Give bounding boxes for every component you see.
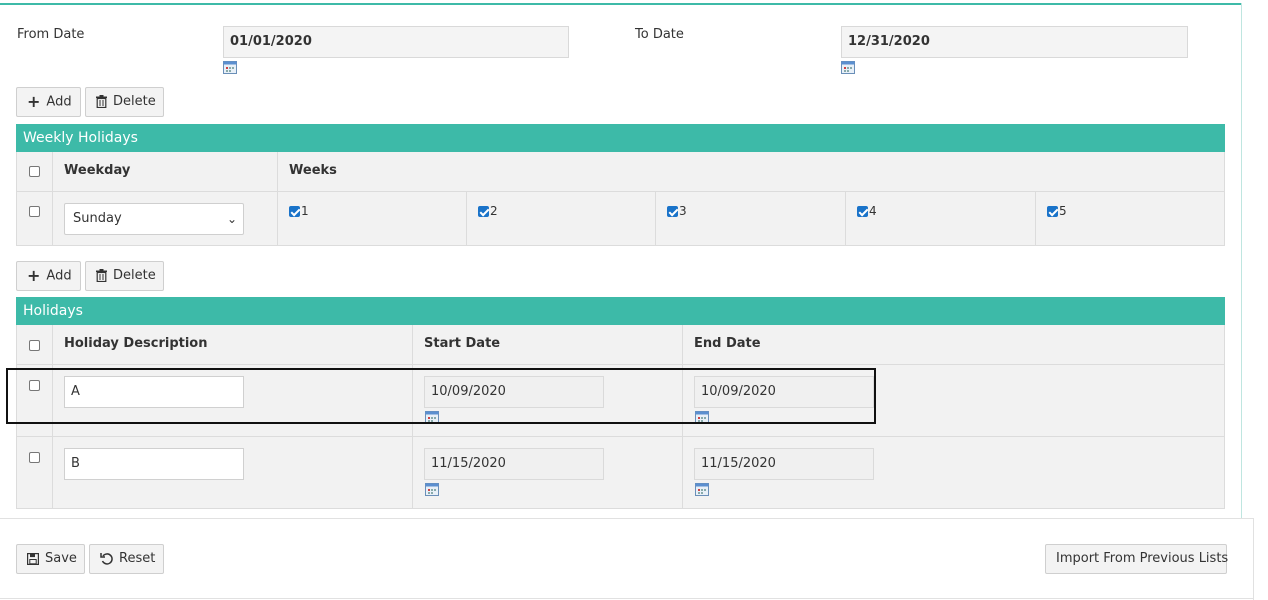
from-date-input[interactable]: 01/01/2020 <box>223 26 569 58</box>
calendar-icon[interactable] <box>425 411 439 424</box>
week-3-checkbox[interactable] <box>667 206 678 217</box>
calendar-icon[interactable] <box>425 483 439 496</box>
start-date-input[interactable]: 11/15/2020 <box>424 448 604 480</box>
holidays-grid: Holiday Description Start Date End Date … <box>16 325 1225 509</box>
calendar-icon[interactable] <box>695 411 709 424</box>
week-4-label: 4 <box>869 204 877 218</box>
reset-button[interactable]: Reset <box>89 544 164 574</box>
holidays-header: Holidays <box>16 297 1225 325</box>
add-label: Add <box>46 94 72 110</box>
week-4-checkbox[interactable] <box>857 206 868 217</box>
to-date-input[interactable]: 12/31/2020 <box>841 26 1188 58</box>
delete-weekly-button[interactable]: Delete <box>85 87 164 117</box>
end-date-input[interactable]: 10/09/2020 <box>694 376 874 408</box>
weeks-header: Weeks <box>289 163 337 178</box>
week-2-checkbox[interactable] <box>478 206 489 217</box>
save-icon <box>27 552 39 565</box>
chevron-down-icon: ⌄ <box>226 212 237 226</box>
end-date-header: End Date <box>694 336 761 351</box>
week-5-label: 5 <box>1059 204 1067 218</box>
weekday-header: Weekday <box>64 163 131 178</box>
weekly-holidays-header: Weekly Holidays <box>16 124 1225 152</box>
calendar-icon[interactable] <box>841 61 855 74</box>
description-input[interactable]: A <box>64 376 244 408</box>
week-2-label: 2 <box>490 204 498 218</box>
save-label: Save <box>45 551 77 566</box>
reset-label: Reset <box>119 551 156 566</box>
week-cell <box>656 192 846 245</box>
top-border <box>0 3 1242 5</box>
add-label: Add <box>46 268 72 284</box>
checkbox-column <box>17 325 53 508</box>
select-all-checkbox[interactable] <box>29 340 40 351</box>
week-cell <box>467 192 656 245</box>
select-all-checkbox[interactable] <box>29 166 40 177</box>
delete-label: Delete <box>113 268 156 283</box>
delete-label: Delete <box>113 94 156 109</box>
week-5-checkbox[interactable] <box>1047 206 1058 217</box>
footer-border <box>0 518 1254 519</box>
plus-icon: + <box>27 266 41 285</box>
week-1-label: 1 <box>301 204 309 218</box>
add-weekly-button[interactable]: + Add <box>16 87 81 117</box>
delete-holiday-button[interactable]: Delete <box>85 261 164 291</box>
to-date-label: To Date <box>635 27 684 42</box>
right-border <box>1241 3 1242 519</box>
description-header: Holiday Description <box>64 336 208 351</box>
trash-icon <box>96 269 107 282</box>
weekday-select[interactable]: Sunday ⌄ <box>64 203 244 235</box>
trash-icon <box>96 95 107 108</box>
weekly-holidays-grid: Weekday Weeks Sunday ⌄ 1 2 3 4 5 <box>16 152 1225 246</box>
start-date-input[interactable]: 10/09/2020 <box>424 376 604 408</box>
save-button[interactable]: Save <box>16 544 85 574</box>
end-date-input[interactable]: 11/15/2020 <box>694 448 874 480</box>
footer-bottom-border <box>0 598 1254 599</box>
add-holiday-button[interactable]: + Add <box>16 261 81 291</box>
week-cell <box>278 192 467 245</box>
start-date-header: Start Date <box>424 336 501 351</box>
undo-icon <box>100 553 113 565</box>
row-checkbox[interactable] <box>29 452 40 463</box>
description-input[interactable]: B <box>64 448 244 480</box>
week-1-checkbox[interactable] <box>289 206 300 217</box>
calendar-icon[interactable] <box>223 61 237 74</box>
import-button[interactable]: Import From Previous Lists <box>1045 544 1228 574</box>
footer-right-border <box>1253 518 1254 600</box>
from-date-label: From Date <box>17 27 85 42</box>
description-column <box>53 325 413 508</box>
start-column <box>413 325 683 508</box>
row-checkbox[interactable] <box>29 206 40 217</box>
week-cell <box>846 192 1036 245</box>
plus-icon: + <box>27 92 41 111</box>
weekday-value: Sunday <box>73 211 122 226</box>
row-checkbox[interactable] <box>29 380 40 391</box>
calendar-icon[interactable] <box>695 483 709 496</box>
week-3-label: 3 <box>679 204 687 218</box>
